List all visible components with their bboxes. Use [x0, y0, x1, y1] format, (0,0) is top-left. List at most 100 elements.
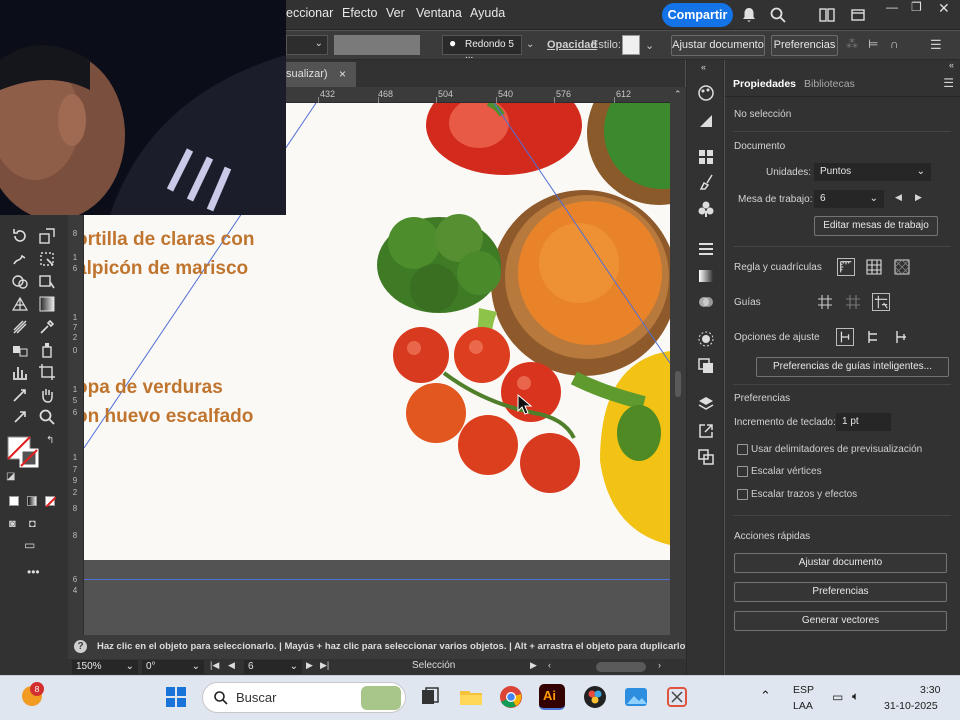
- align-icon[interactable]: ⁂: [846, 37, 858, 51]
- horizontal-guide[interactable]: [84, 579, 670, 580]
- photos-icon[interactable]: [623, 684, 649, 710]
- color-mode-icon[interactable]: [9, 496, 19, 506]
- variable-width-field[interactable]: [334, 35, 420, 55]
- scroll-right-icon[interactable]: ›: [658, 660, 661, 670]
- menu-help[interactable]: Ayuda: [470, 6, 505, 20]
- fit-document-button[interactable]: Ajustar documento: [671, 35, 765, 56]
- scale-tool-icon[interactable]: [38, 227, 56, 245]
- preferences-button[interactable]: Preferencias: [771, 35, 838, 56]
- generate-vectors-button[interactable]: Generar vectores: [734, 611, 947, 631]
- brush-chevron-icon[interactable]: ⌄: [526, 39, 534, 50]
- task-view-icon[interactable]: [417, 684, 443, 710]
- snap-to-glyph-icon[interactable]: [892, 328, 910, 346]
- default-fill-stroke-icon[interactable]: ◪: [6, 471, 15, 482]
- snipping-tool-icon[interactable]: [664, 684, 690, 710]
- layers-icon[interactable]: [697, 395, 715, 413]
- show-guides-icon[interactable]: [816, 293, 834, 311]
- next-artboard-icon[interactable]: ▶: [306, 660, 313, 671]
- gradient-panel-icon[interactable]: [697, 267, 715, 285]
- horizontal-ruler[interactable]: 432 468 504 540 576 612: [286, 87, 670, 103]
- taskbar-search[interactable]: Buscar: [202, 682, 406, 713]
- symbols-icon[interactable]: [697, 200, 715, 218]
- use-preview-bounds-checkbox[interactable]: [737, 444, 748, 455]
- minimize-icon[interactable]: —: [886, 0, 898, 14]
- artboard-nav-select[interactable]: 6 ⌄: [244, 660, 302, 674]
- menu-select[interactable]: eccionar: [286, 6, 333, 20]
- mesh-tool-icon[interactable]: [11, 318, 29, 336]
- menu-window[interactable]: Ventana: [416, 6, 462, 20]
- transparency-grid-icon[interactable]: [893, 258, 911, 276]
- network-icon[interactable]: ▭: [832, 690, 843, 704]
- illustrator-app-icon[interactable]: Ai: [539, 684, 565, 710]
- restore-icon[interactable]: ❐: [911, 0, 922, 14]
- gradient-tool-icon[interactable]: [38, 295, 56, 313]
- artboard-select[interactable]: 6 ⌄: [814, 190, 884, 208]
- smart-guides-prefs-button[interactable]: Preferencias de guías inteligentes...: [756, 357, 949, 377]
- snap-to-point-icon[interactable]: [836, 328, 854, 346]
- chrome-icon[interactable]: [498, 684, 524, 710]
- live-paint-icon[interactable]: [38, 273, 56, 291]
- color-guide-icon[interactable]: [697, 112, 715, 130]
- export-icon[interactable]: [697, 422, 715, 440]
- prev-artboard-icon[interactable]: ◀: [895, 192, 902, 203]
- show-hidden-icons-icon[interactable]: ⌃: [760, 688, 771, 704]
- status-menu-icon[interactable]: ▶: [530, 660, 537, 671]
- quick-preferences-button[interactable]: Preferencias: [734, 582, 947, 602]
- draw-behind-icon[interactable]: ◘: [29, 518, 36, 530]
- rotate-tool-icon[interactable]: [11, 227, 29, 245]
- recipe-2-line-2[interactable]: on huevo escalfado: [84, 406, 253, 428]
- gradient-mode-icon[interactable]: [27, 496, 37, 506]
- prev-artboard-icon[interactable]: ◀: [228, 660, 235, 671]
- edit-artboards-button[interactable]: Editar mesas de trabajo: [814, 216, 938, 236]
- blend-tool-icon[interactable]: [11, 341, 29, 359]
- scroll-left-icon[interactable]: ‹: [548, 660, 551, 670]
- opacity-label[interactable]: Opacidad: [547, 39, 597, 51]
- units-select[interactable]: Puntos ⌄: [814, 163, 931, 181]
- scale-strokes-checkbox[interactable]: [737, 489, 748, 500]
- workspace-icon[interactable]: [818, 6, 836, 24]
- fill-stroke-swatch[interactable]: [7, 436, 39, 468]
- tab-libraries[interactable]: Bibliotecas: [804, 78, 855, 90]
- menu-effect[interactable]: Efecto: [342, 6, 377, 20]
- distribute-icon[interactable]: ⊨: [868, 37, 878, 51]
- snap-icon[interactable]: ∩: [890, 37, 899, 51]
- volume-icon[interactable]: 🔈︎: [852, 689, 859, 704]
- swatches-icon[interactable]: [697, 148, 715, 166]
- arrange-icon[interactable]: [849, 6, 867, 24]
- stroke-panel-icon[interactable]: [697, 240, 715, 258]
- hand-tool-icon[interactable]: [38, 386, 56, 404]
- input-language[interactable]: ESP: [793, 684, 814, 696]
- grid-toggle-icon[interactable]: [865, 258, 883, 276]
- smart-guides-icon[interactable]: [872, 293, 890, 311]
- graph-tool-icon[interactable]: [11, 363, 29, 381]
- draw-normal-icon[interactable]: ◙: [9, 518, 16, 530]
- transparency-icon[interactable]: [697, 293, 715, 311]
- none-mode-icon[interactable]: [45, 496, 56, 507]
- recipe-1-line-1[interactable]: ortilla de claras con: [84, 229, 254, 251]
- print-tiling-icon[interactable]: [11, 408, 29, 426]
- next-artboard-icon[interactable]: ▶: [915, 192, 922, 203]
- perspective-grid-icon[interactable]: [11, 295, 29, 313]
- vertical-ruler[interactable]: 8 1 6 1 7 2 0 1 5 6 1 7 9 2 8 8 6 4: [68, 215, 84, 635]
- zoom-select[interactable]: 150% ⌄: [72, 660, 138, 674]
- last-artboard-icon[interactable]: ▶|: [320, 660, 329, 671]
- screen-mode-icon[interactable]: ▭: [24, 538, 35, 552]
- color-panel-icon[interactable]: [697, 84, 715, 102]
- symbol-sprayer-icon[interactable]: [38, 341, 56, 359]
- clock-time[interactable]: 3:30: [920, 684, 940, 696]
- ruler-toggle-icon[interactable]: [837, 258, 855, 276]
- keyboard-increment-input[interactable]: 1 pt: [836, 413, 891, 431]
- stroke-weight-field[interactable]: ⌄: [286, 35, 328, 55]
- graphic-styles-icon[interactable]: [697, 357, 715, 375]
- help-icon[interactable]: ?: [74, 640, 87, 653]
- eyedropper-icon[interactable]: [38, 318, 56, 336]
- lock-guides-icon[interactable]: [844, 293, 862, 311]
- zoom-tool-icon[interactable]: [38, 408, 56, 426]
- file-explorer-icon[interactable]: [458, 684, 484, 710]
- menu-view[interactable]: Ver: [386, 6, 405, 20]
- rotation-select[interactable]: 0° ⌄: [142, 660, 204, 674]
- snap-to-pixel-icon[interactable]: [864, 328, 882, 346]
- quick-fit-document-button[interactable]: Ajustar documento: [734, 553, 947, 573]
- keyboard-layout[interactable]: LAA: [793, 700, 813, 712]
- bell-icon[interactable]: [740, 6, 758, 24]
